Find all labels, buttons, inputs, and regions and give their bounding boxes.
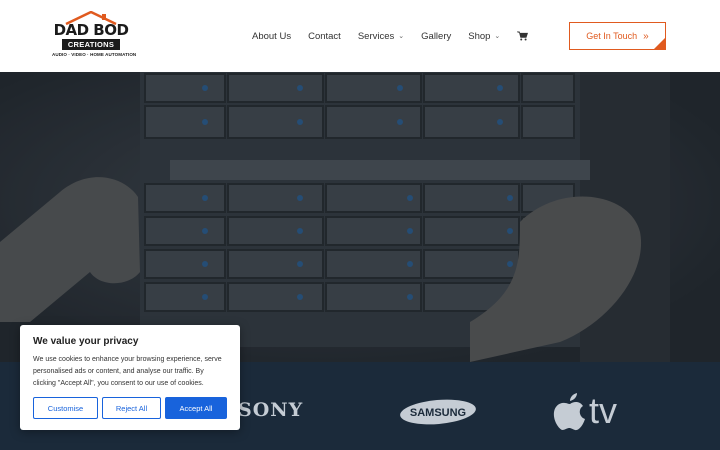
chevron-down-icon: ⌄ [398,33,405,40]
customise-button[interactable]: Customise [33,397,98,419]
samsung-logo: SAMSUNG [398,398,478,426]
chevron-down-icon: ⌄ [494,33,501,40]
nav-services[interactable]: Services ⌄ [358,31,404,42]
nav-label: Contact [308,30,341,42]
cookie-buttons: Customise Reject All Accept All [33,397,227,419]
server-rack-illustration [0,72,720,362]
cta-corner-accent [654,38,665,49]
nav-about-us[interactable]: About Us [252,31,291,42]
hero-image-server-rack [0,72,720,362]
apple-tv-logo: tv [553,390,635,434]
logo-sub-text: CREATIONS [62,39,120,50]
sony-logo: SONY [238,399,304,421]
cta-label: Get In Touch [586,31,638,41]
double-chevron-right-icon: » [643,30,649,42]
cart-button[interactable] [517,31,529,41]
logo-main-text: DAD BOD [53,21,129,39]
logo-tagline: AUDIO · VIDEO · HOME AUTOMATION [52,52,137,57]
nav-label: Services [357,30,395,42]
samsung-ellipse-icon: SAMSUNG [400,399,476,425]
cart-icon [517,31,529,41]
apple-tv-text: tv [589,390,618,431]
apple-icon [553,393,585,431]
site-logo[interactable]: DAD BOD CREATIONS AUDIO · VIDEO · HOME A… [52,11,137,61]
main-nav: About Us Contact Services ⌄ Gallery Shop ⌄ [252,28,545,44]
get-in-touch-button[interactable]: Get In Touch » [569,22,666,50]
cookie-title: We value your privacy [33,336,139,347]
nav-contact[interactable]: Contact [308,31,341,42]
nav-label: About Us [252,30,292,42]
site-header: DAD BOD CREATIONS AUDIO · VIDEO · HOME A… [0,0,720,72]
nav-label: Gallery [421,30,452,42]
cookie-consent-panel: We value your privacy We use cookies to … [20,325,240,430]
cookie-text: We use cookies to enhance your browsing … [33,356,222,387]
accept-all-button[interactable]: Accept All [165,397,227,419]
nav-gallery[interactable]: Gallery [421,31,451,42]
nav-shop[interactable]: Shop ⌄ [468,31,500,42]
nav-label: Shop [468,30,491,42]
samsung-text: SAMSUNG [410,407,466,419]
reject-all-button[interactable]: Reject All [102,397,161,419]
